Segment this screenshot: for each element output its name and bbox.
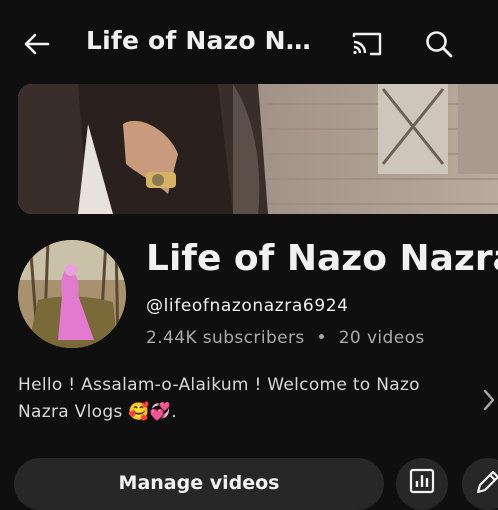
pencil-icon bbox=[476, 470, 498, 494]
channel-name: Life of Nazo Nazra bbox=[146, 238, 498, 279]
search-icon bbox=[426, 31, 453, 58]
back-button[interactable] bbox=[14, 24, 60, 64]
description-line-1: Hello ! Assalam-o-Alaikum ! Welcome to N… bbox=[18, 375, 420, 395]
channel-stats: 2.44K subscribers • 20 videos bbox=[146, 328, 425, 348]
channel-handle: @lifeofnazonazra6924 bbox=[146, 296, 349, 316]
analytics-icon bbox=[409, 468, 435, 494]
manage-videos-button[interactable]: Manage videos bbox=[14, 458, 384, 510]
cast-button[interactable] bbox=[344, 24, 390, 64]
description-line-2: Nazra Vlogs 🥰💞. bbox=[18, 402, 177, 422]
chevron-right-icon bbox=[483, 389, 495, 411]
stats-separator: • bbox=[316, 328, 327, 348]
edit-channel-button[interactable] bbox=[462, 458, 498, 510]
search-button[interactable] bbox=[416, 24, 462, 64]
channel-banner bbox=[18, 84, 498, 214]
arrow-left-icon bbox=[24, 33, 50, 55]
page-title: Life of Nazo Na... bbox=[86, 26, 326, 55]
channel-avatar[interactable] bbox=[18, 240, 126, 348]
cast-icon bbox=[352, 32, 382, 56]
subscriber-count: 2.44K subscribers bbox=[146, 328, 305, 348]
channel-description[interactable]: Hello ! Assalam-o-Alaikum ! Welcome to N… bbox=[18, 372, 468, 426]
avatar-image bbox=[18, 240, 126, 348]
banner-image bbox=[18, 84, 498, 214]
description-more-button[interactable] bbox=[480, 386, 498, 414]
top-app-bar: Life of Nazo Na... bbox=[0, 0, 498, 84]
video-count: 20 videos bbox=[338, 328, 425, 348]
analytics-button[interactable] bbox=[396, 458, 448, 510]
